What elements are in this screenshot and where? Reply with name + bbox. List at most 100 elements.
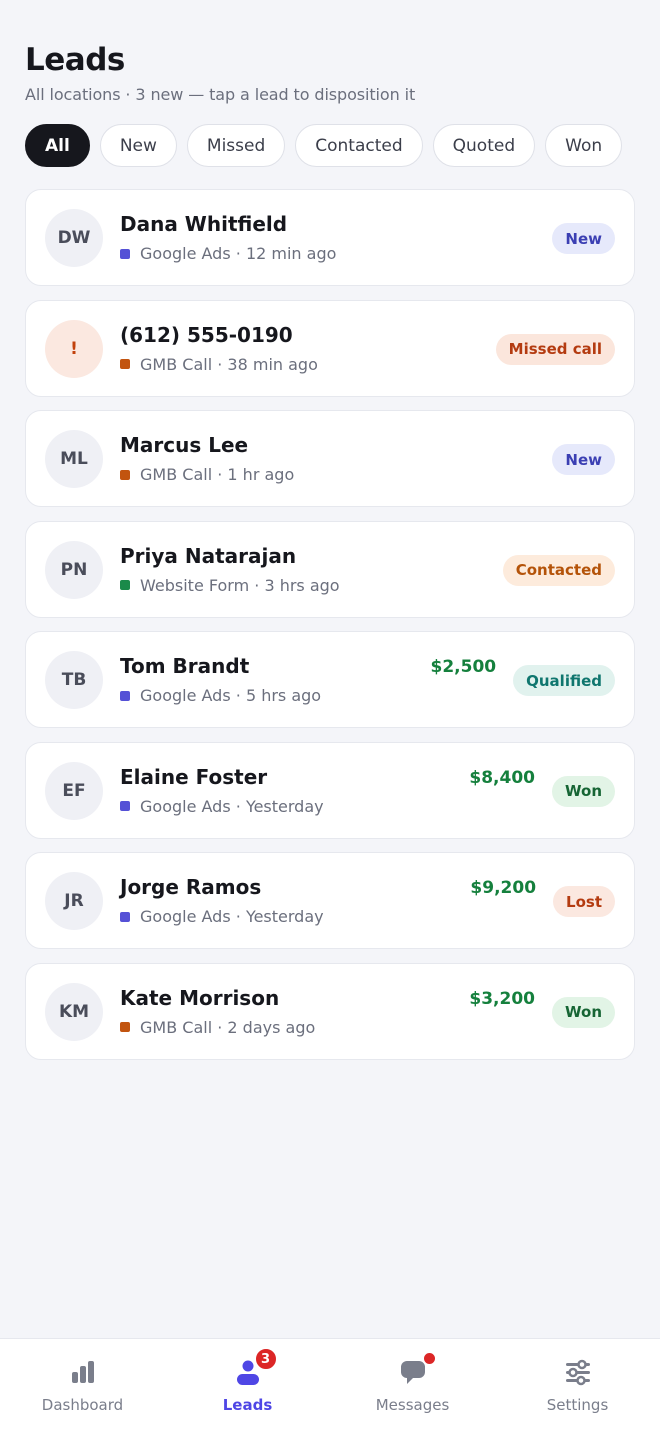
- lead-card[interactable]: TB Tom Brandt Google Ads · 5 hrs ago Qualif…: [25, 631, 635, 728]
- tab-label: Messages: [375, 1396, 450, 1414]
- source-dot-icon: [120, 801, 130, 811]
- lead-source: GMB Call: [140, 465, 213, 484]
- lead-card[interactable]: PN Priya Natarajan Website Form · 3 hrs ag…: [25, 520, 635, 618]
- lead-amount: $3,200: [469, 988, 535, 1009]
- lead-time: Yesterday: [245, 907, 324, 926]
- lead-meta: Google Ads · 5 hrs ago: [120, 686, 321, 705]
- source-dot-icon: [120, 469, 130, 480]
- tab-settings[interactable]: Settings: [495, 1339, 660, 1430]
- lead-meta: GMB Call · 2 days ago: [120, 1018, 315, 1037]
- source-dot-icon: [120, 690, 130, 701]
- lead-source: Website Form: [140, 575, 250, 595]
- lead-name: (612) 555-0190: [120, 322, 293, 347]
- avatar: EF: [45, 761, 103, 820]
- meta-separator: ·: [212, 465, 228, 484]
- filter-chip-quoted[interactable]: Quoted: [432, 124, 536, 167]
- filter-chip-new[interactable]: New: [99, 124, 177, 167]
- avatar: JR: [45, 872, 103, 930]
- filter-chip-contacted[interactable]: Contacted: [295, 124, 423, 167]
- lead-card[interactable]: ML Marcus Lee GMB Call · 1 hr ago New: [25, 410, 635, 507]
- lead-time: 2 days ago: [227, 1017, 316, 1037]
- tab-messages[interactable]: Messages: [330, 1339, 495, 1430]
- filter-chip-won[interactable]: Won: [545, 124, 623, 167]
- lead-name: Marcus Lee: [120, 433, 249, 457]
- leads-list: DW Dana Whitfield Google Ads · 12 min ago N…: [25, 189, 635, 1073]
- status-badge: Won: [552, 996, 615, 1028]
- source-dot-icon: [120, 580, 130, 590]
- avatar: ML: [45, 430, 103, 488]
- status-badge: Missed call: [495, 333, 615, 365]
- lead-source: Google Ads: [140, 907, 231, 926]
- filter-chip-missed[interactable]: Missed: [186, 124, 286, 167]
- lead-meta: Google Ads · 12 min ago: [120, 244, 336, 263]
- status-badge: Won: [552, 775, 615, 807]
- lead-card[interactable]: DW Dana Whitfield Google Ads · 12 min ago N…: [25, 189, 635, 286]
- missed-call-avatar: !: [45, 319, 103, 378]
- tab-label: Settings: [546, 1396, 609, 1414]
- meta-separator: ·: [230, 244, 246, 263]
- lead-amount: $9,200: [470, 878, 537, 898]
- source-dot-icon: [120, 1022, 130, 1032]
- lead-source: GMB Call: [140, 354, 213, 374]
- filter-chip-all[interactable]: All: [25, 124, 90, 167]
- lead-meta: Google Ads · Yesterday: [120, 907, 324, 926]
- lead-source: Google Ads: [140, 686, 231, 705]
- tab-dashboard[interactable]: Dashboard: [0, 1339, 165, 1430]
- notification-count-badge: 3: [253, 1347, 278, 1371]
- lead-time: 3 hrs ago: [264, 575, 340, 595]
- lead-source: Google Ads: [140, 796, 231, 816]
- lead-time: 5 hrs ago: [245, 686, 322, 705]
- avatar: TB: [45, 651, 103, 709]
- lead-name: Tom Brandt: [120, 654, 250, 678]
- meta-separator: ·: [230, 686, 246, 705]
- avatar: PN: [45, 540, 103, 599]
- tab-leads[interactable]: 3 Leads: [165, 1339, 330, 1430]
- status-badge: New: [552, 444, 615, 475]
- source-dot-icon: [120, 248, 130, 259]
- source-dot-icon: [120, 359, 130, 369]
- lead-name: Elaine Foster: [120, 764, 268, 789]
- tab-label: Leads: [222, 1396, 273, 1414]
- sliders-icon: [563, 1357, 593, 1387]
- lead-name: Priya Natarajan: [120, 543, 297, 568]
- meta-separator: ·: [212, 1017, 228, 1037]
- lead-card[interactable]: ! (612) 555-0190 GMB Call · 38 min ago Miss…: [25, 299, 635, 397]
- status-badge: Contacted: [502, 554, 615, 586]
- lead-card[interactable]: JR Jorge Ramos Google Ads · Yesterday Lost $…: [25, 852, 635, 949]
- lead-amount: $8,400: [469, 767, 535, 788]
- lead-meta: GMB Call · 38 min ago: [120, 355, 318, 374]
- user-icon: 3: [233, 1347, 278, 1387]
- bar-chart-icon: [68, 1357, 98, 1387]
- tab-label: Dashboard: [41, 1396, 124, 1414]
- meta-separator: ·: [212, 354, 228, 374]
- lead-time: Yesterday: [245, 796, 324, 816]
- lead-card[interactable]: KM Kate Morrison GMB Call · 2 days ago Won $…: [25, 962, 635, 1060]
- lead-source: Google Ads: [140, 244, 231, 263]
- page-header: Leads All locations · 3 new — tap a lead…: [25, 40, 635, 104]
- lead-card[interactable]: EF Elaine Foster Google Ads · Yesterday Won…: [25, 741, 635, 839]
- meta-separator: ·: [230, 796, 246, 816]
- lead-meta: Website Form · 3 hrs ago: [120, 576, 340, 595]
- unread-dot-badge: [421, 1351, 437, 1366]
- filter-chips: All New Missed Contacted Quoted Won: [25, 124, 635, 168]
- status-badge: Qualified: [513, 665, 615, 696]
- meta-separator: ·: [230, 907, 246, 926]
- lead-name: Jorge Ramos: [120, 875, 262, 899]
- chat-bubble-icon: [398, 1351, 437, 1387]
- lead-name: Kate Morrison: [120, 985, 280, 1010]
- page-title: Leads: [25, 42, 125, 78]
- lead-meta: Google Ads · Yesterday: [120, 797, 324, 816]
- lead-source: GMB Call: [140, 1017, 213, 1037]
- lead-meta: GMB Call · 1 hr ago: [120, 465, 294, 484]
- status-badge: New: [552, 223, 615, 254]
- lead-amount: $2,500: [430, 657, 497, 677]
- status-badge: Lost: [553, 886, 615, 917]
- avatar: DW: [45, 209, 103, 267]
- page-subtitle: All locations · 3 new — tap a lead to di…: [25, 85, 416, 104]
- bottom-tab-bar: Dashboard 3 Leads Messages Settings: [0, 1338, 660, 1430]
- meta-separator: ·: [249, 575, 265, 595]
- lead-time: 12 min ago: [245, 244, 337, 263]
- lead-name: Dana Whitfield: [120, 212, 288, 236]
- lead-time: 38 min ago: [227, 354, 318, 374]
- source-dot-icon: [120, 911, 130, 922]
